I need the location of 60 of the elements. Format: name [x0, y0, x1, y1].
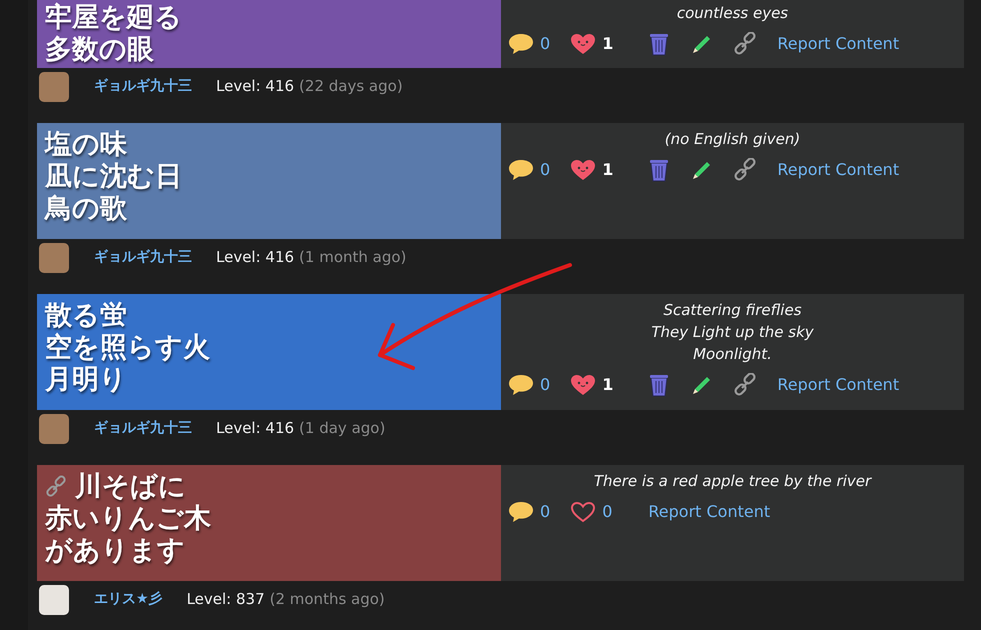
link-icon[interactable]: [733, 158, 758, 182]
comment-icon[interactable]: [508, 374, 534, 396]
translation-text: (no English given): [664, 129, 800, 150]
comment-count: 0: [540, 33, 550, 55]
level-text: Level: 416: [216, 76, 294, 98]
poem-line: 赤いりんご木: [45, 503, 211, 535]
trash-icon[interactable]: [649, 373, 670, 397]
comment-count: 0: [540, 374, 550, 396]
poem-line: 空を照らす火: [45, 332, 210, 364]
poem-line: があります: [45, 535, 185, 567]
heart-icon[interactable]: [570, 501, 596, 523]
comment-icon[interactable]: [508, 159, 534, 181]
like-count: 1: [602, 159, 614, 181]
trash-icon[interactable]: [649, 158, 670, 182]
comment-icon[interactable]: [508, 33, 534, 55]
avatar-image: [39, 584, 69, 614]
report-link[interactable]: Report Content: [777, 32, 900, 56]
comment-count: 0: [540, 501, 550, 523]
translation-text: Scattering fireflies: [663, 300, 802, 321]
poem-line: 凪に沈む日: [45, 161, 182, 193]
level-text: Level: 416: [216, 418, 294, 440]
username-link[interactable]: ギョルギ九十三: [94, 247, 192, 268]
username-link[interactable]: ギョルギ九十三: [94, 418, 192, 439]
avatar-image: [39, 414, 69, 444]
heart-icon[interactable]: [570, 374, 596, 396]
translation-text: Moonlight.: [693, 344, 772, 365]
level-text: Level: 416: [216, 247, 294, 268]
heart-icon[interactable]: [570, 159, 596, 181]
report-link[interactable]: Report Content: [648, 500, 770, 524]
poem-line: 牢屋を廻る: [45, 2, 182, 34]
heart-icon[interactable]: [570, 33, 596, 55]
comment-count: 0: [540, 159, 550, 181]
like-count: 1: [602, 374, 614, 396]
report-link[interactable]: Report Content: [777, 158, 900, 182]
avatar-image: [39, 72, 69, 102]
link-icon[interactable]: [45, 475, 67, 499]
translation-text: There is a red apple tree by the river: [594, 471, 872, 492]
username-link[interactable]: ギョルギ九十三: [94, 76, 192, 97]
time-ago: (1 month ago): [299, 247, 406, 268]
username-link[interactable]: エリス★彡: [94, 589, 163, 610]
link-icon[interactable]: [733, 373, 758, 397]
poem-line: 散る蛍: [45, 300, 127, 332]
like-count: 0: [602, 501, 612, 523]
link-icon[interactable]: [733, 32, 758, 56]
like-count: 1: [602, 33, 614, 55]
poem-line: 鳥の歌: [45, 193, 127, 225]
time-ago: (22 days ago): [299, 76, 403, 98]
avatar-image: [39, 242, 69, 272]
comment-icon[interactable]: [508, 501, 534, 523]
trash-icon[interactable]: [649, 32, 670, 56]
poem-line: 月明り: [45, 364, 127, 396]
poem-line: 川そばに: [75, 471, 186, 503]
report-link[interactable]: Report Content: [777, 373, 900, 397]
translation-text: countless eyes: [676, 3, 788, 24]
time-ago: (1 day ago): [299, 418, 386, 440]
translation-text: They Light up the sky: [651, 322, 814, 343]
time-ago: (2 months ago): [270, 589, 385, 610]
level-text: Level: 837: [186, 589, 265, 610]
poem-line: 塩の味: [45, 129, 127, 161]
poem-line: 多数の眼: [45, 34, 154, 66]
